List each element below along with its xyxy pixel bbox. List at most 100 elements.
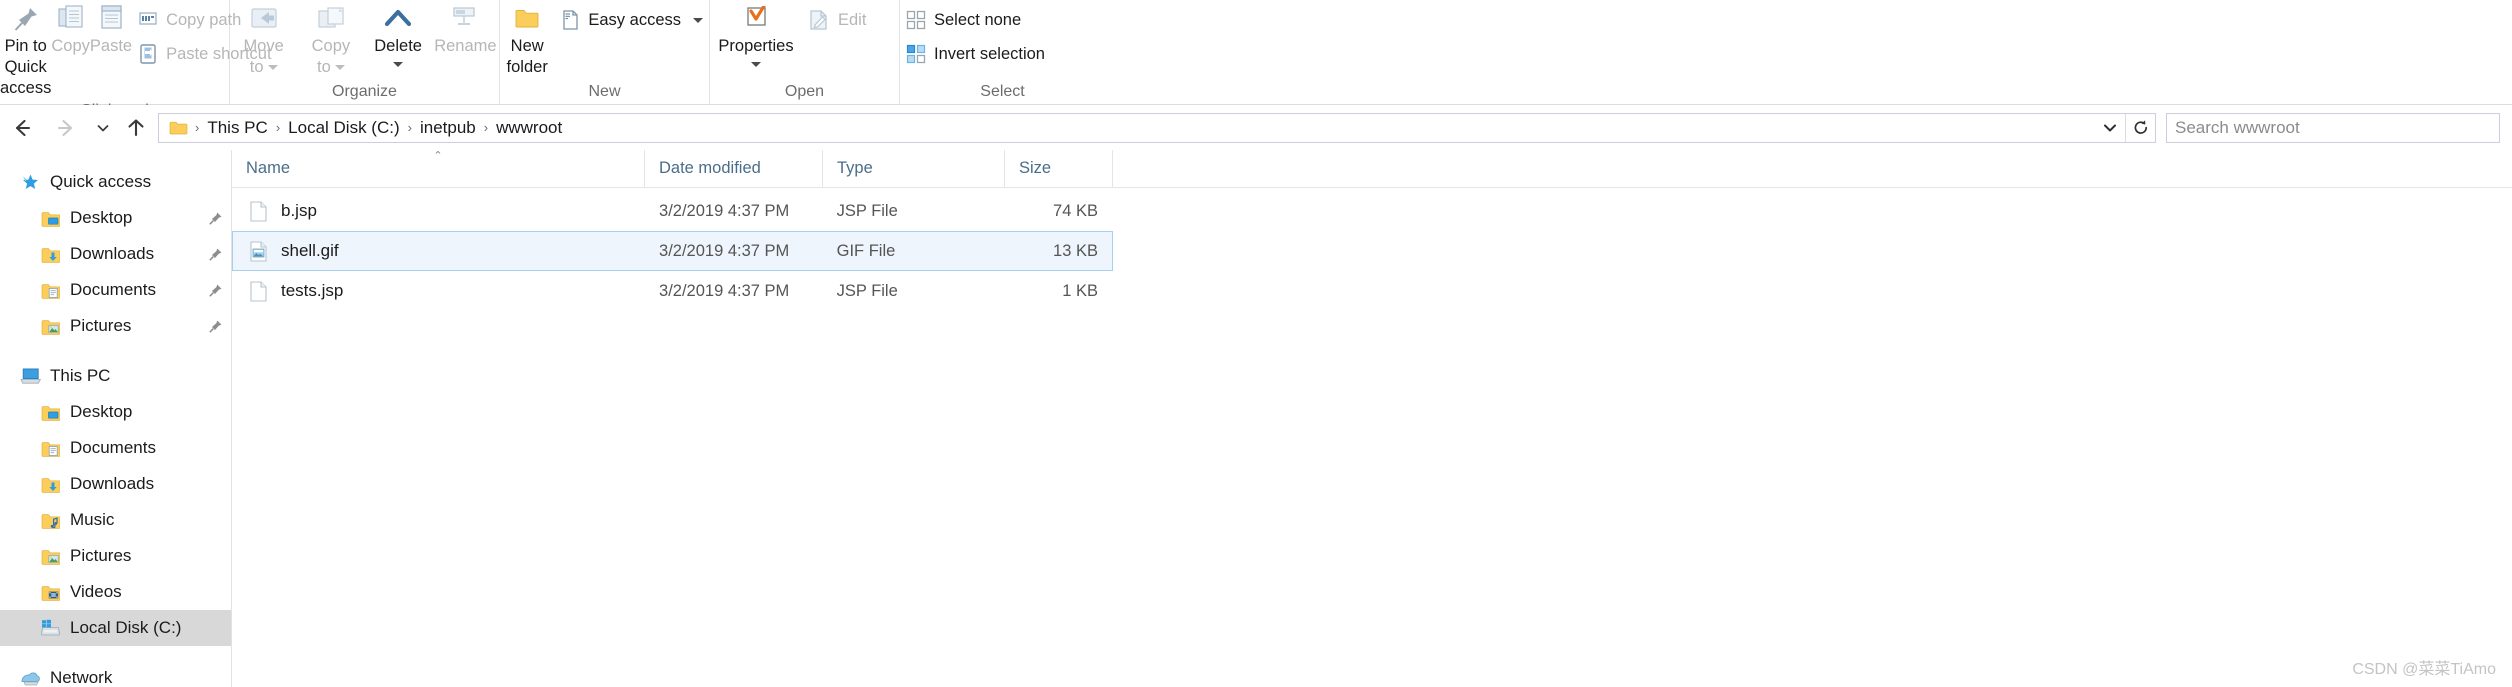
pin-to-quick-access-button[interactable]: Pin to Quick access <box>0 2 51 99</box>
file-list: b.jsp 3/2/2019 4:37 PM JSP File 74 KB shell.… <box>232 188 2512 311</box>
column-header-label: Type <box>837 159 873 177</box>
sidebar-item-this-pc[interactable]: This PC <box>0 358 231 394</box>
new-folder-icon <box>512 4 542 34</box>
file-date-cell: 3/2/2019 4:37 PM <box>659 201 790 220</box>
file-date-cell: 3/2/2019 4:37 PM <box>659 241 790 260</box>
delete-icon <box>385 9 412 27</box>
select-none-button[interactable]: Select none <box>900 3 1051 37</box>
sidebar-item-label: Pictures <box>70 316 132 335</box>
recent-locations-button[interactable] <box>88 106 118 150</box>
table-row[interactable]: b.jsp 3/2/2019 4:37 PM JSP File 74 KB <box>232 191 1113 231</box>
new-folder-button[interactable]: New folder <box>500 2 554 78</box>
edit-button[interactable]: Edit <box>802 3 872 37</box>
address-dropdown-button[interactable] <box>2095 114 2125 142</box>
sidebar-item-pictures[interactable]: Pictures <box>0 308 231 344</box>
pin-icon <box>14 8 37 31</box>
search-box[interactable] <box>2166 112 2500 143</box>
nav-section-gap <box>0 646 231 660</box>
edit-icon <box>810 10 827 30</box>
folder-downloads-icon <box>41 247 60 263</box>
folder-pictures-icon <box>41 549 60 565</box>
folder-pictures-icon <box>38 548 62 565</box>
sort-ascending-icon: ⌃ <box>433 150 443 162</box>
ribbon-group-select: Select none Invert selection Select <box>900 0 1105 104</box>
folder-icon <box>165 120 194 136</box>
ribbon-small-button-column: Edit <box>802 2 872 37</box>
back-button[interactable] <box>0 106 44 150</box>
sidebar-item-pictures[interactable]: Pictures <box>0 538 231 574</box>
sidebar-item-label: Videos <box>70 582 122 601</box>
sidebar-item-music[interactable]: Music <box>0 502 231 538</box>
file-size-cell: 74 KB <box>1053 201 1098 220</box>
sidebar-item-local-disk-c[interactable]: Local Disk (C:) <box>0 610 231 646</box>
column-header-name[interactable]: Name ⌃ <box>232 150 645 188</box>
table-row[interactable]: tests.jsp 3/2/2019 4:37 PM JSP File 1 KB <box>232 271 1113 311</box>
easy-access-button[interactable]: Easy access <box>554 3 709 37</box>
paste-button[interactable]: Paste <box>90 2 132 78</box>
sidebar-item-downloads[interactable]: Downloads <box>0 236 231 272</box>
sidebar-item-label: Documents <box>70 438 156 457</box>
sidebar-item-downloads[interactable]: Downloads <box>0 466 231 502</box>
sidebar-item-documents[interactable]: Documents <box>0 272 231 308</box>
folder-downloads-icon <box>38 476 62 493</box>
sidebar-item-network[interactable]: Network <box>0 660 231 687</box>
ribbon-group-body: Pin to Quick access Copy Paste Copy path Pas… <box>0 0 272 99</box>
ribbon-button-label: Rename <box>434 37 497 55</box>
file-generic-icon <box>249 280 267 302</box>
dropdown-toggle[interactable] <box>751 57 761 71</box>
breadcrumb-item-wwwroot[interactable]: wwwroot <box>489 114 569 142</box>
search-input[interactable] <box>2175 117 2491 138</box>
file-name-cell: b.jsp <box>233 200 645 222</box>
table-row[interactable]: shell.gif 3/2/2019 4:37 PM GIF File 13 KB <box>232 231 1113 271</box>
file-type-cell: GIF File <box>836 241 896 260</box>
new-folder-icon <box>515 10 539 28</box>
pin-small-icon[interactable] <box>208 211 223 226</box>
breadcrumb-item-this-pc[interactable]: This PC <box>200 114 274 142</box>
ribbon-button-label: Properties <box>718 37 794 55</box>
delete-button[interactable]: Delete <box>365 2 432 78</box>
sidebar-item-label: Downloads <box>70 474 155 493</box>
computer-icon <box>19 368 41 384</box>
ribbon-button-label: Invert selection <box>934 44 1045 63</box>
ribbon-group-open: Properties Edit Open <box>710 0 900 104</box>
sidebar-item-label: Downloads <box>70 244 155 263</box>
pin-small-icon[interactable] <box>208 319 223 334</box>
chevron-down-icon <box>97 124 109 131</box>
file-image-icon <box>247 240 269 262</box>
folder-desktop-icon <box>41 211 60 227</box>
invert-selection-button[interactable]: Invert selection <box>900 37 1051 71</box>
forward-button[interactable] <box>44 106 88 150</box>
star-icon <box>22 174 38 189</box>
sidebar-item-documents[interactable]: Documents <box>0 430 231 466</box>
address-bar-row: › This PC › Local Disk (C:) › inetpub › wwwroot <box>0 105 2512 150</box>
copy-to-button[interactable]: Copy to <box>297 2 364 78</box>
rename-button[interactable]: Rename <box>432 2 499 78</box>
address-bar[interactable]: › This PC › Local Disk (C:) › inetpub › wwwroot <box>158 112 2156 143</box>
ribbon-groups: Pin to Quick access Copy Paste Copy path Pas… <box>0 0 2512 119</box>
properties-button[interactable]: Properties <box>710 2 802 78</box>
pin-small-icon <box>209 248 222 261</box>
sidebar-item-videos[interactable]: Videos <box>0 574 231 610</box>
chevron-down-icon <box>751 61 761 67</box>
file-generic-icon <box>249 200 267 222</box>
column-header-size[interactable]: Size <box>1005 150 1113 188</box>
breadcrumb-item-inetpub[interactable]: inetpub <box>413 114 483 142</box>
refresh-button[interactable] <box>2125 113 2155 142</box>
refresh-icon <box>2134 119 2147 134</box>
folder-documents-icon <box>38 282 62 299</box>
up-button[interactable] <box>118 106 154 150</box>
breadcrumb-item-local-disk-c[interactable]: Local Disk (C:) <box>281 114 406 142</box>
pin-small-icon[interactable] <box>208 283 223 298</box>
dropdown-toggle[interactable] <box>393 57 404 71</box>
move-to-button[interactable]: Move to <box>230 2 297 78</box>
ribbon-button-label: Delete <box>374 37 422 55</box>
easy-access-icon <box>560 9 580 31</box>
column-header-type[interactable]: Type <box>823 150 1005 188</box>
copy-button[interactable]: Copy <box>51 2 90 78</box>
pin-small-icon[interactable] <box>208 247 223 262</box>
sidebar-item-quick-access[interactable]: Quick access <box>0 164 231 200</box>
sidebar-item-desktop[interactable]: Desktop <box>0 200 231 236</box>
sidebar-item-desktop[interactable]: Desktop <box>0 394 231 430</box>
column-header-date-modified[interactable]: Date modified <box>645 150 823 188</box>
sidebar-item-label: Music <box>70 510 115 529</box>
